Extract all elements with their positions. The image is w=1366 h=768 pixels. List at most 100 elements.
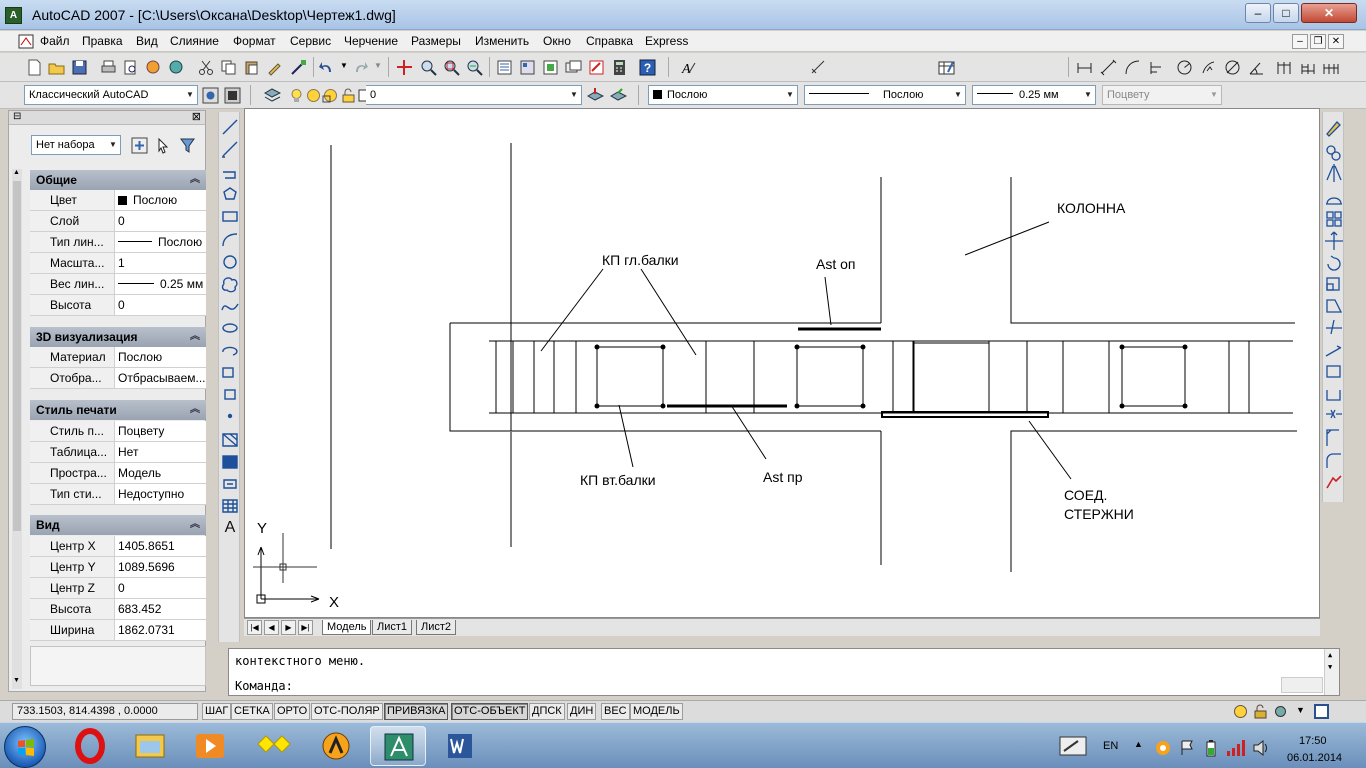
section-plot-style[interactable]: Стиль печати ︽ [30, 400, 206, 420]
section-view[interactable]: Вид ︽ [30, 515, 206, 535]
layer-select[interactable]: 0 ▼ [366, 85, 582, 105]
menu-modify[interactable]: Изменить [475, 34, 529, 48]
prop-row[interactable]: Высота 0 [30, 295, 206, 316]
prop-value[interactable]: Модель [114, 463, 206, 483]
undo-icon[interactable] [318, 59, 335, 76]
sheet-set-icon[interactable] [565, 59, 582, 76]
prop-row[interactable]: Центр Z0 [30, 578, 206, 599]
layer-vp-thaw-icon[interactable] [322, 87, 339, 104]
collapse-chevron-icon[interactable]: ︽ [190, 515, 200, 535]
aligned-dimension-icon[interactable] [1100, 59, 1117, 76]
polyline-icon[interactable] [223, 171, 236, 179]
prop-value[interactable]: Послою [114, 190, 206, 210]
save-icon[interactable] [71, 59, 88, 76]
rectangle-icon[interactable] [222, 211, 238, 222]
polar-toggle[interactable]: ОТС-ПОЛЯР [311, 703, 383, 720]
command-window[interactable]: контекстного меню. Команда: ▲ ▼ [228, 648, 1340, 696]
taskbar-word[interactable] [432, 726, 488, 766]
toggle-pickadd-icon[interactable] [131, 137, 148, 154]
explode-icon[interactable] [1326, 475, 1342, 489]
drawing-area[interactable]: КОЛОННА КП гл.балки Ast оп КП вт.балки A… [244, 108, 1320, 618]
close-button[interactable]: ✕ [1301, 3, 1357, 23]
taskbar-avast[interactable] [308, 726, 364, 766]
linear-dimension-icon[interactable] [1076, 59, 1093, 76]
trim-icon[interactable] [1326, 319, 1342, 335]
select-objects-icon[interactable] [155, 137, 172, 154]
insert-block-icon[interactable] [222, 367, 234, 378]
zoom-previous-icon[interactable] [466, 59, 483, 76]
prop-row[interactable]: Центр Y 1089.5696 [30, 557, 206, 578]
palette-scrollbar[interactable]: ▲ ▼ [12, 169, 22, 689]
clock-date[interactable]: 06.01.2014 [1287, 752, 1342, 764]
scroll-down-icon[interactable]: ▼ [1328, 663, 1332, 671]
section-general[interactable]: Общие ︽ [30, 170, 206, 190]
section-3d-visualization[interactable]: 3D визуализация ︽ [30, 327, 206, 347]
last-tab-icon[interactable]: ▶| [298, 620, 313, 635]
doc-minimize-button[interactable]: – [1292, 34, 1308, 49]
status-menu-icon[interactable]: ▼ [1296, 705, 1305, 715]
make-layer-current-icon[interactable] [587, 87, 604, 104]
arc-icon[interactable] [222, 233, 238, 247]
action-center-flag-icon[interactable] [1180, 739, 1196, 757]
zoom-window-icon[interactable] [443, 59, 460, 76]
gradient-icon[interactable] [222, 455, 238, 469]
ordinate-dimension-icon[interactable] [1148, 59, 1165, 76]
prop-row[interactable]: Материал Послою [30, 347, 206, 368]
start-button[interactable] [4, 726, 46, 768]
calculator-icon[interactable] [611, 59, 628, 76]
scroll-up-icon[interactable]: ▲ [1328, 651, 1332, 659]
coordinates-readout[interactable]: 733.1503, 814.4398 , 0.0000 [12, 703, 198, 720]
workspace-select[interactable]: Классический AutoCAD ▼ [24, 85, 198, 105]
taskbar-explorer[interactable] [122, 726, 178, 766]
selection-select[interactable]: Нет набора ▼ [31, 135, 121, 155]
prop-value[interactable]: 1 [114, 253, 206, 273]
workspace-settings-icon[interactable] [202, 87, 219, 104]
clock-time[interactable]: 17:50 [1299, 735, 1327, 747]
design-center-icon[interactable] [519, 59, 536, 76]
lwt-toggle[interactable]: ВЕС [601, 703, 630, 720]
menu-view[interactable]: Вид [136, 34, 158, 48]
menu-help[interactable]: Справка [586, 34, 633, 48]
copy-icon[interactable] [220, 59, 237, 76]
prop-row[interactable]: Масшта... 1 [30, 253, 206, 274]
prop-row[interactable]: Центр X 1405.8651 [30, 536, 206, 557]
prop-row[interactable]: Цвет Послою [30, 190, 206, 211]
command-prompt[interactable]: Команда: [235, 679, 293, 693]
tray-app-icon[interactable] [1154, 739, 1172, 757]
spline-icon[interactable] [221, 303, 239, 311]
prop-row[interactable]: Стиль п... Поцвету [30, 421, 206, 442]
menu-dimensions[interactable]: Размеры [411, 34, 461, 48]
prop-value[interactable]: 0 [114, 578, 206, 598]
prop-value[interactable]: Послою [114, 232, 206, 252]
prop-row[interactable]: Таблица... Нет [30, 442, 206, 463]
multiline-text-icon[interactable]: A [225, 519, 236, 532]
circle-icon[interactable] [223, 255, 237, 269]
command-scrollbar[interactable]: ▲ ▼ [1324, 649, 1339, 695]
open-file-icon[interactable] [48, 59, 65, 76]
menu-express[interactable]: Express [645, 34, 688, 48]
layer-previous-icon[interactable] [610, 87, 627, 104]
prop-row[interactable]: Ширина 1862.0731 [30, 620, 206, 641]
mirror-icon[interactable] [1326, 164, 1342, 182]
redo-icon[interactable] [352, 59, 369, 76]
taskbar-opera[interactable] [62, 726, 118, 766]
angular-dimension-icon[interactable] [1248, 59, 1265, 76]
command-hscroll[interactable] [1281, 677, 1323, 693]
continue-dimension-icon[interactable] [1322, 59, 1339, 76]
taskbar-autocad[interactable] [370, 726, 426, 766]
jogged-dimension-icon[interactable] [1200, 59, 1217, 76]
tray-settings-icon[interactable] [1272, 703, 1289, 720]
paste-icon[interactable] [243, 59, 260, 76]
revision-cloud-icon[interactable] [221, 277, 238, 293]
prop-value[interactable]: 0 [114, 211, 206, 231]
dyn-toggle[interactable]: ДИН [567, 703, 597, 720]
first-tab-icon[interactable]: |◀ [247, 620, 262, 635]
quick-select-icon[interactable] [179, 137, 196, 154]
language-indicator[interactable]: EN [1103, 740, 1118, 752]
layer-manager-icon[interactable] [264, 87, 281, 104]
prop-row[interactable]: Отобра... Отбрасываем... [30, 368, 206, 389]
layer-unlock-icon[interactable] [340, 87, 357, 104]
tool-palettes-icon[interactable] [542, 59, 559, 76]
redo-dropdown-icon[interactable]: ▼ [374, 61, 382, 70]
polygon-icon[interactable] [223, 187, 237, 200]
